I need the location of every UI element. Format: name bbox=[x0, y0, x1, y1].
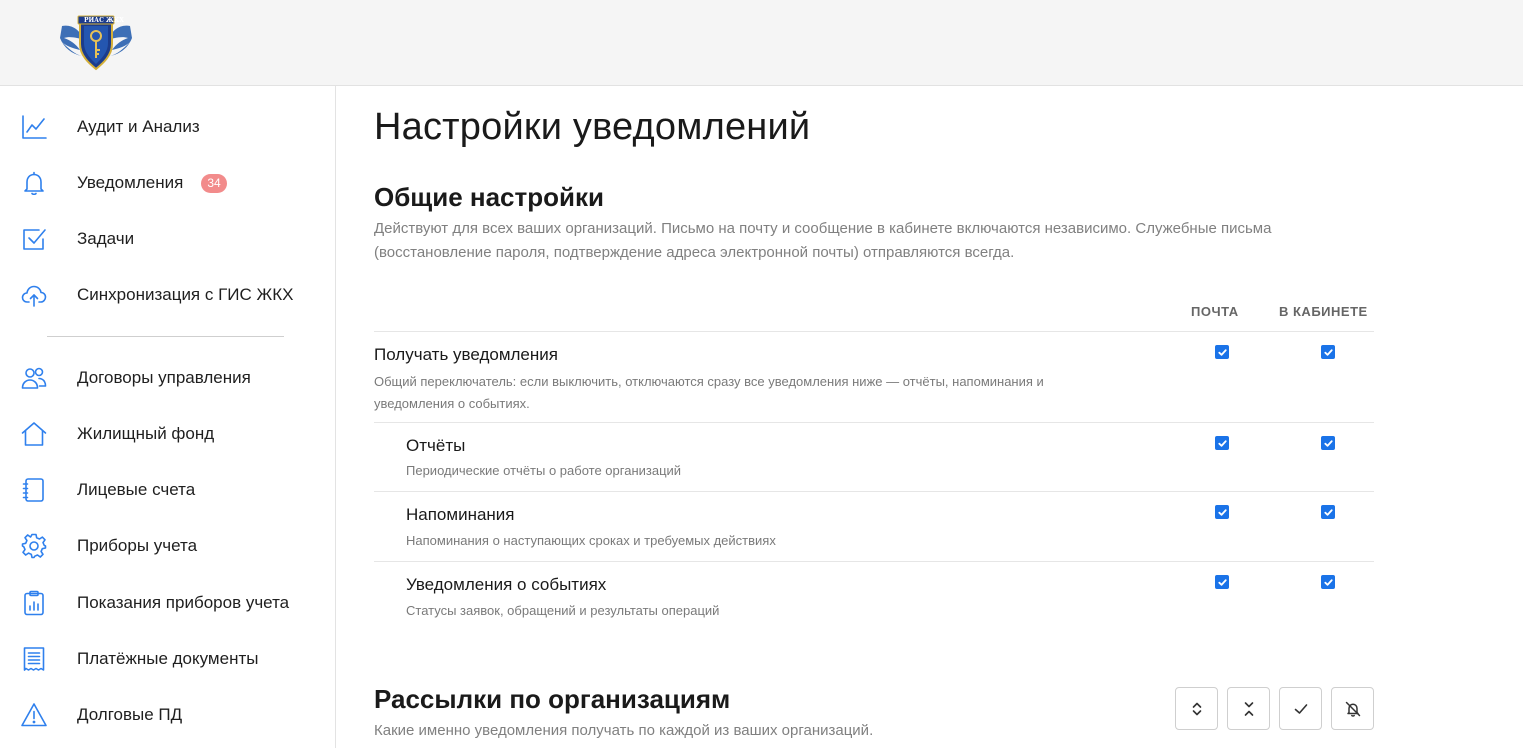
row-description: Напоминания о наступающих сроках и требу… bbox=[406, 533, 776, 548]
sidebar-item-contracts[interactable]: Договоры управления bbox=[0, 354, 335, 402]
row-title: Отчёты bbox=[406, 436, 466, 455]
sidebar-item-payment-documents[interactable]: Платёжные документы bbox=[0, 635, 335, 683]
clipboard-chart-icon bbox=[20, 589, 48, 617]
row-description: Периодические отчёты о работе организаци… bbox=[406, 463, 682, 478]
sidebar-item-label: Показания приборов учета bbox=[77, 593, 290, 612]
cabinet-checkbox[interactable] bbox=[1321, 575, 1335, 589]
email-checkbox[interactable] bbox=[1215, 345, 1229, 359]
receipt-icon bbox=[20, 645, 48, 673]
house-icon bbox=[20, 420, 48, 448]
chart-line-icon bbox=[20, 113, 48, 141]
cabinet-checkbox[interactable] bbox=[1321, 345, 1335, 359]
general-settings-description: Действуют для всех ваших организаций. Пи… bbox=[374, 220, 1272, 261]
sidebar-item-label: Аудит и Анализ bbox=[77, 117, 200, 136]
gear-icon bbox=[20, 532, 48, 560]
logo[interactable]: РИАС ЖКХ bbox=[58, 12, 134, 72]
checkbox-icon bbox=[20, 225, 48, 253]
notebook-icon bbox=[20, 476, 48, 504]
collapse-icon bbox=[1240, 700, 1258, 718]
sidebar-item-label: Приборы учета bbox=[77, 536, 198, 555]
sidebar: Аудит и Анализ Уведомления 34 Задачи Син… bbox=[0, 86, 336, 748]
row-title: Уведомления о событиях bbox=[406, 575, 607, 594]
sidebar-item-audit[interactable]: Аудит и Анализ bbox=[0, 103, 335, 151]
row-description: Общий переключатель: если выключить, отк… bbox=[374, 374, 1044, 411]
sidebar-item-personal-accounts[interactable]: Лицевые счета bbox=[0, 466, 335, 514]
sidebar-item-label: Долговые ПД bbox=[77, 705, 183, 724]
expand-all-button[interactable] bbox=[1175, 687, 1218, 730]
sidebar-item-label: Платёжные документы bbox=[77, 649, 259, 668]
general-settings-title: Общие настройки bbox=[374, 182, 604, 212]
row-title: Получать уведомления bbox=[374, 345, 558, 364]
disable-all-button[interactable] bbox=[1331, 687, 1374, 730]
table-divider bbox=[374, 422, 1374, 423]
sidebar-item-meters[interactable]: Приборы учета bbox=[0, 522, 335, 570]
collapse-all-button[interactable] bbox=[1227, 687, 1270, 730]
sidebar-item-meter-readings[interactable]: Показания приборов учета bbox=[0, 579, 335, 627]
main-content: Настройки уведомлений Общие настройки Де… bbox=[374, 86, 1374, 748]
expand-icon bbox=[1188, 700, 1206, 718]
notification-count-badge: 34 bbox=[201, 174, 227, 193]
mailings-title: Рассылки по организациям bbox=[374, 684, 731, 714]
enable-all-button[interactable] bbox=[1279, 687, 1322, 730]
sidebar-item-notifications[interactable]: Уведомления 34 bbox=[0, 159, 335, 207]
sidebar-item-tasks[interactable]: Задачи bbox=[0, 215, 335, 263]
sidebar-item-gis-sync[interactable]: Синхронизация с ГИС ЖКХ bbox=[0, 271, 335, 319]
cloud-upload-icon bbox=[20, 281, 48, 309]
sidebar-item-label: Жилищный фонд bbox=[77, 424, 215, 443]
sidebar-item-debt-documents[interactable]: Долговые ПД bbox=[0, 691, 335, 739]
check-icon bbox=[1292, 700, 1310, 718]
logo-text: РИАС ЖКХ bbox=[84, 17, 124, 24]
sidebar-item-label: Лицевые счета bbox=[77, 480, 196, 499]
sidebar-item-label: Уведомления bbox=[77, 173, 184, 192]
bell-off-icon bbox=[1344, 700, 1362, 718]
bell-icon bbox=[20, 169, 48, 197]
page-title: Настройки уведомлений bbox=[374, 106, 811, 148]
email-checkbox[interactable] bbox=[1215, 575, 1229, 589]
column-header-cabinet: В КАБИНЕТЕ bbox=[1279, 304, 1368, 319]
row-description: Статусы заявок, обращений и результаты о… bbox=[406, 603, 720, 618]
top-header: РИАС ЖКХ bbox=[0, 0, 1523, 86]
table-divider bbox=[374, 561, 1374, 562]
cabinet-checkbox[interactable] bbox=[1321, 436, 1335, 450]
warning-icon bbox=[20, 701, 48, 729]
column-header-email: ПОЧТА bbox=[1191, 304, 1239, 319]
email-checkbox[interactable] bbox=[1215, 505, 1229, 519]
email-checkbox[interactable] bbox=[1215, 436, 1229, 450]
sidebar-item-housing-stock[interactable]: Жилищный фонд bbox=[0, 410, 335, 458]
row-title: Напоминания bbox=[406, 505, 515, 524]
table-divider bbox=[374, 331, 1374, 332]
sidebar-item-label: Задачи bbox=[77, 229, 135, 248]
sidebar-item-label: Договоры управления bbox=[77, 368, 251, 387]
sidebar-divider bbox=[47, 336, 284, 337]
users-icon bbox=[20, 364, 48, 392]
cabinet-checkbox[interactable] bbox=[1321, 505, 1335, 519]
table-divider bbox=[374, 491, 1374, 492]
sidebar-item-label: Синхронизация с ГИС ЖКХ bbox=[77, 285, 294, 304]
